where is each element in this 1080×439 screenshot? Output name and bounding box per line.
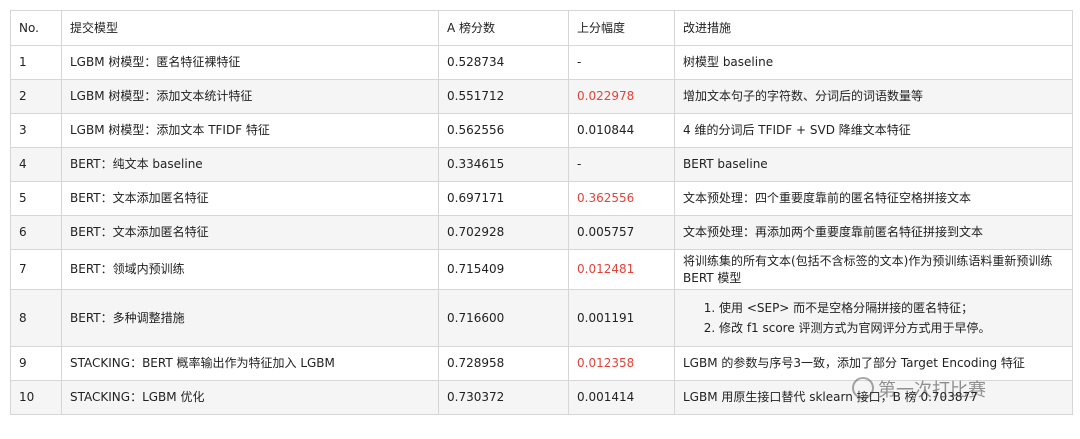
cell-score: 0.728958 [438, 346, 569, 381]
header-delta: 上分幅度 [568, 10, 675, 46]
cell-delta: 0.010844 [568, 113, 675, 148]
cell-model: BERT：文本添加匿名特征 [61, 215, 439, 250]
cell-improvement: 树模型 baseline [674, 45, 1073, 80]
cell-score: 0.334615 [438, 147, 569, 182]
cell-score: 0.715409 [438, 249, 569, 290]
table-row: 10 STACKING：LGBM 优化 0.730372 0.001414 LG… [10, 380, 1073, 415]
cell-no: 1 [10, 45, 62, 80]
cell-delta: 0.001191 [568, 289, 675, 347]
cell-score: 0.697171 [438, 181, 569, 216]
cell-score: 0.528734 [438, 45, 569, 80]
header-improvement: 改进措施 [674, 10, 1073, 46]
improvement-list: 使用 <SEP> 而不是空格分隔拼接的匿名特征； 修改 f1 score 评测方… [683, 298, 1064, 338]
improvement-list-item: 修改 f1 score 评测方式为官网评分方式用于早停。 [719, 318, 1064, 338]
table-header-row: No. 提交模型 A 榜分数 上分幅度 改进措施 [10, 10, 1073, 46]
cell-model: BERT：多种调整措施 [61, 289, 439, 347]
table-row: 6 BERT：文本添加匿名特征 0.702928 0.005757 文本预处理：… [10, 215, 1073, 250]
cell-improvement: LGBM 用原生接口替代 sklearn 接口，B 榜 0.703877 [674, 380, 1073, 415]
cell-delta: - [568, 45, 675, 80]
cell-model: BERT：文本添加匿名特征 [61, 181, 439, 216]
cell-delta: 0.001414 [568, 380, 675, 415]
cell-score: 0.702928 [438, 215, 569, 250]
cell-improvement: BERT baseline [674, 147, 1073, 182]
cell-model: BERT：纯文本 baseline [61, 147, 439, 182]
table-row: 2 LGBM 树模型：添加文本统计特征 0.551712 0.022978 增加… [10, 79, 1073, 114]
cell-no: 6 [10, 215, 62, 250]
cell-no: 5 [10, 181, 62, 216]
cell-improvement: 文本预处理：再添加两个重要度靠前匿名特征拼接到文本 [674, 215, 1073, 250]
table-row: 1 LGBM 树模型：匿名特征裸特征 0.528734 - 树模型 baseli… [10, 45, 1073, 80]
table-row: 4 BERT：纯文本 baseline 0.334615 - BERT base… [10, 147, 1073, 182]
cell-delta: 0.012481 [568, 249, 675, 290]
table-row: 3 LGBM 树模型：添加文本 TFIDF 特征 0.562556 0.0108… [10, 113, 1073, 148]
page: No. 提交模型 A 榜分数 上分幅度 改进措施 1 LGBM 树模型：匿名特征… [0, 0, 1080, 439]
cell-improvement: 使用 <SEP> 而不是空格分隔拼接的匿名特征； 修改 f1 score 评测方… [674, 289, 1073, 347]
header-no: No. [10, 10, 62, 46]
cell-model: STACKING：LGBM 优化 [61, 380, 439, 415]
header-model: 提交模型 [61, 10, 439, 46]
cell-model: LGBM 树模型：添加文本 TFIDF 特征 [61, 113, 439, 148]
cell-delta: 0.012358 [568, 346, 675, 381]
cell-no: 2 [10, 79, 62, 114]
cell-improvement: 4 维的分词后 TFIDF + SVD 降维文本特征 [674, 113, 1073, 148]
improvement-list-item: 使用 <SEP> 而不是空格分隔拼接的匿名特征； [719, 298, 1064, 318]
header-score: A 榜分数 [438, 10, 569, 46]
cell-delta: - [568, 147, 675, 182]
cell-score: 0.730372 [438, 380, 569, 415]
cell-improvement: 文本预处理：四个重要度靠前的匿名特征空格拼接文本 [674, 181, 1073, 216]
table-row: 8 BERT：多种调整措施 0.716600 0.001191 使用 <SEP>… [10, 289, 1073, 347]
cell-no: 10 [10, 380, 62, 415]
results-table: No. 提交模型 A 榜分数 上分幅度 改进措施 1 LGBM 树模型：匿名特征… [10, 10, 1073, 415]
cell-no: 7 [10, 249, 62, 290]
cell-score: 0.562556 [438, 113, 569, 148]
cell-score: 0.716600 [438, 289, 569, 347]
cell-improvement: LGBM 的参数与序号3一致，添加了部分 Target Encoding 特征 [674, 346, 1073, 381]
cell-delta: 0.005757 [568, 215, 675, 250]
cell-model: BERT：领域内预训练 [61, 249, 439, 290]
cell-model: LGBM 树模型：添加文本统计特征 [61, 79, 439, 114]
cell-no: 9 [10, 346, 62, 381]
cell-score: 0.551712 [438, 79, 569, 114]
table-row: 9 STACKING：BERT 概率输出作为特征加入 LGBM 0.728958… [10, 346, 1073, 381]
cell-improvement: 将训练集的所有文本(包括不含标签的文本)作为预训练语料重新预训练 BERT 模型 [674, 249, 1073, 290]
cell-improvement: 增加文本句子的字符数、分词后的词语数量等 [674, 79, 1073, 114]
cell-no: 4 [10, 147, 62, 182]
cell-no: 3 [10, 113, 62, 148]
cell-model: STACKING：BERT 概率输出作为特征加入 LGBM [61, 346, 439, 381]
cell-delta: 0.022978 [568, 79, 675, 114]
table-row: 7 BERT：领域内预训练 0.715409 0.012481 将训练集的所有文… [10, 249, 1073, 290]
cell-delta: 0.362556 [568, 181, 675, 216]
cell-model: LGBM 树模型：匿名特征裸特征 [61, 45, 439, 80]
table-row: 5 BERT：文本添加匿名特征 0.697171 0.362556 文本预处理：… [10, 181, 1073, 216]
cell-no: 8 [10, 289, 62, 347]
